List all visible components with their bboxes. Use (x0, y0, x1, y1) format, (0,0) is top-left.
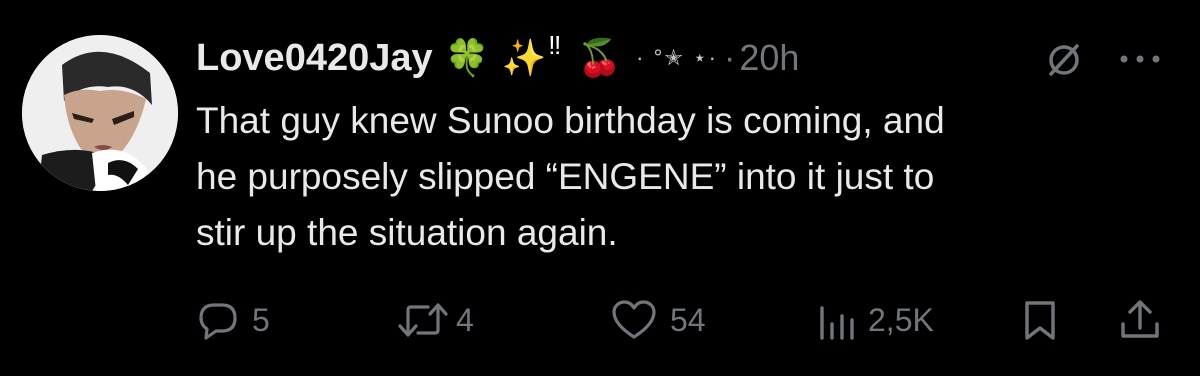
views-bars-icon (820, 306, 854, 340)
author-display-name[interactable]: Love0420Jay (196, 37, 433, 80)
more-dots-icon[interactable] (1118, 52, 1162, 66)
avatar[interactable] (22, 35, 178, 191)
reply-count: 5 (252, 301, 270, 338)
post-text: That guy knew Sunoo birthday is coming, … (196, 93, 1186, 261)
clover-emoji: 🍀 (444, 37, 490, 78)
grok-slash-circle-icon[interactable] (1044, 40, 1084, 80)
bookmark-button[interactable] (1020, 292, 1060, 348)
name-decoration: · °✭ ⋆· (636, 45, 719, 70)
heart-icon (612, 300, 656, 339)
avatar-image (22, 35, 178, 191)
time-separator: · (724, 38, 736, 77)
repost-arrows-icon (398, 303, 448, 337)
post-text-line: stir up the situation again. (196, 212, 618, 253)
like-button[interactable]: 54 (610, 292, 706, 348)
post-header: Love0420Jay 🍀 ✨ ‼ 🍒 · °✭ ⋆· · 20h (196, 26, 799, 90)
reply-button[interactable]: 5 (196, 292, 270, 348)
cherries-emoji: 🍒 (577, 37, 623, 78)
action-bar: 5 4 54 2,5K (0, 292, 1200, 348)
repost-button[interactable]: 4 (396, 292, 474, 348)
views-button[interactable]: 2,5K (816, 292, 934, 348)
bookmark-icon (1025, 301, 1055, 340)
double-exclamation-emoji: ‼ (548, 30, 562, 60)
repost-count: 4 (456, 301, 474, 338)
share-button[interactable] (1118, 292, 1162, 348)
sparkles-emoji: ✨ (501, 37, 547, 78)
post-timestamp[interactable]: 20h (739, 37, 799, 79)
post-text-line: he purposely slipped “ENGENE” into it ju… (196, 156, 935, 197)
share-upload-icon (1121, 300, 1159, 338)
views-count: 2,5K (868, 301, 934, 338)
reply-bubble-icon (199, 303, 237, 340)
like-count: 54 (670, 301, 706, 338)
post-text-line: That guy knew Sunoo birthday is coming, … (196, 100, 945, 141)
